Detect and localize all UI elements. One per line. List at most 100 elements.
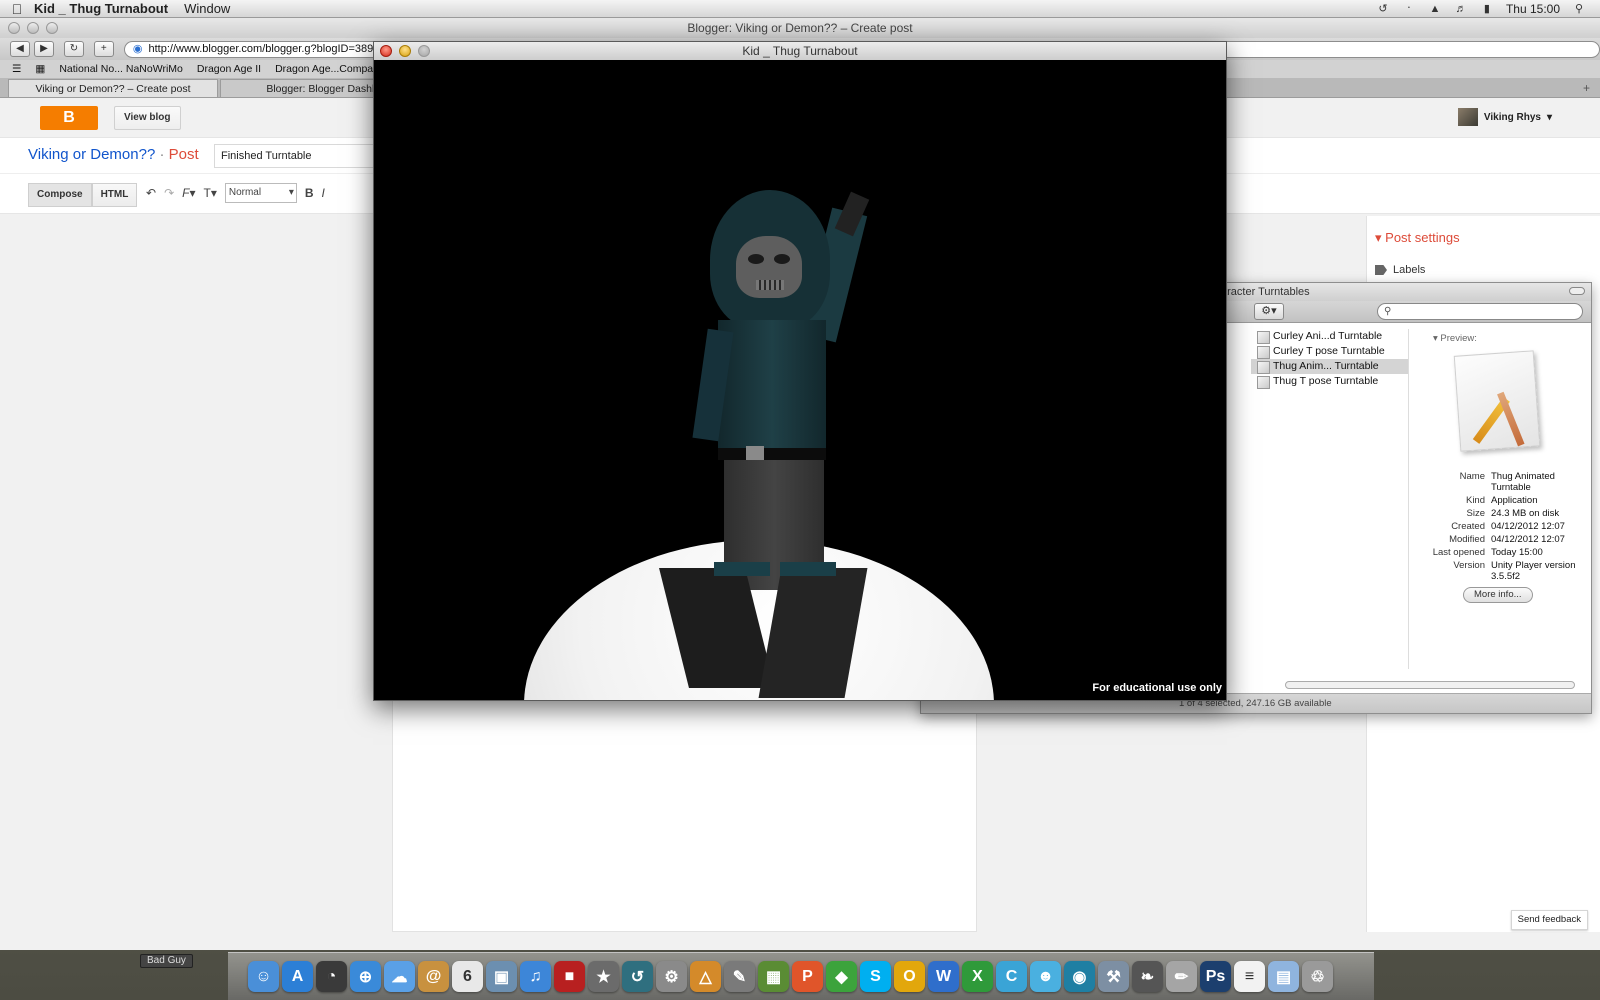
unity-player-window: Kid _ Thug Turnabout For educational use… xyxy=(373,41,1227,701)
finder-preview-pane: ▾ Preview: Name Thug Animated Turntable K… xyxy=(1421,329,1585,669)
keynote-icon[interactable]: △ xyxy=(690,961,721,992)
imovie-icon[interactable]: ★ xyxy=(588,961,619,992)
minimize-icon[interactable] xyxy=(27,22,39,34)
address-book-icon[interactable]: @ xyxy=(418,961,449,992)
iphoto-icon[interactable]: ▣ xyxy=(486,961,517,992)
minimize-icon[interactable] xyxy=(399,45,411,57)
tab-create-post[interactable]: Viking or Demon?? – Create post xyxy=(8,79,218,97)
zoom-icon[interactable] xyxy=(418,45,430,57)
menu-app-name[interactable]: Kid _ Thug Turnabout xyxy=(34,1,168,16)
new-tab-button[interactable]: + xyxy=(1583,79,1590,97)
system-preferences-icon[interactable]: ⚙ xyxy=(656,961,687,992)
avatar xyxy=(1457,108,1478,126)
folder-icon[interactable]: ▤ xyxy=(1268,961,1299,992)
html-button[interactable]: HTML xyxy=(91,183,138,207)
breadcrumb-post: Post xyxy=(168,146,199,163)
minecraft-icon[interactable]: ▦ xyxy=(758,961,789,992)
bold-icon[interactable]: B xyxy=(305,186,314,200)
dock: ☺ A ◔ ⊕ ☁ @6 ▣ ♫ ■ ★ ↺ ⚙ △ ✎ ▦ P ◆ S O W X C ☻ ◉ ⚒ ❧ ✏ Ps ≡ ▤ ♲ xyxy=(228,952,1374,1000)
sims-icon[interactable]: ◆ xyxy=(826,961,857,992)
toolbar-toggle-icon[interactable] xyxy=(1569,287,1585,295)
excel-icon[interactable]: X xyxy=(962,961,993,992)
info-value: 24.3 MB on disk xyxy=(1491,508,1560,519)
bookmark-nanowrimo[interactable]: National No... NaNoWriMo xyxy=(59,63,183,75)
finder-search-input[interactable]: ⚲ xyxy=(1377,303,1583,320)
time-machine-icon[interactable]: ↺ xyxy=(1376,3,1390,15)
font-size-icon[interactable]: T▾ xyxy=(204,186,217,200)
horizontal-scrollbar[interactable] xyxy=(1285,681,1575,689)
blogger-logo-icon[interactable]: B xyxy=(40,106,98,130)
bookmark-dragon-age-compa[interactable]: Dragon Age...Compa xyxy=(275,63,373,75)
preview-app-icon[interactable]: ✏ xyxy=(1166,961,1197,992)
menu-window[interactable]: Window xyxy=(184,1,230,16)
font-family-icon[interactable]: F▾ xyxy=(182,186,195,200)
messenger-icon[interactable]: ☻ xyxy=(1030,961,1061,992)
photo-booth-icon[interactable]: ■ xyxy=(554,961,585,992)
spotlight-icon[interactable]: ⚲ xyxy=(1572,3,1586,15)
dashboard-icon[interactable]: ◔ xyxy=(316,961,347,992)
view-blog-button[interactable]: View blog xyxy=(114,106,181,130)
network-icon[interactable]: ◉ xyxy=(1064,961,1095,992)
cyberduck-icon[interactable]: C xyxy=(996,961,1027,992)
list-item[interactable]: Thug T pose Turntable xyxy=(1251,374,1408,389)
send-feedback-button[interactable]: Send feedback xyxy=(1510,910,1588,930)
inkscape-icon[interactable]: ✎ xyxy=(724,961,755,992)
back-button[interactable]: ◀ xyxy=(10,41,30,57)
finder-icon[interactable]: ☺ xyxy=(248,961,279,992)
top-sites-icon[interactable]: ▦ xyxy=(35,63,45,75)
script-icon[interactable]: ❧ xyxy=(1132,961,1163,992)
menu-clock[interactable]: Thu 15:00 xyxy=(1506,2,1560,16)
zoom-icon[interactable] xyxy=(46,22,58,34)
word-icon[interactable]: W xyxy=(928,961,959,992)
calendar-icon[interactable]: 6 xyxy=(452,961,483,992)
utility-icon[interactable]: ⚒ xyxy=(1098,961,1129,992)
time-machine-icon[interactable]: ↺ xyxy=(622,961,653,992)
trash-icon[interactable]: ♲ xyxy=(1302,961,1333,992)
list-item[interactable]: Curley T pose Turntable xyxy=(1251,344,1408,359)
list-item[interactable]: Curley Ani...d Turntable xyxy=(1251,329,1408,344)
gear-icon[interactable]: ⚙▾ xyxy=(1254,303,1284,320)
add-bookmark-button[interactable]: + xyxy=(93,41,114,57)
more-info-button[interactable]: More info... xyxy=(1463,587,1533,603)
info-value: Application xyxy=(1491,495,1538,506)
finder-file-list: Curley Ani...d Turntable Curley T pose T… xyxy=(1251,329,1409,669)
presenter-icon[interactable]: P xyxy=(792,961,823,992)
apple-menu-icon[interactable]:  xyxy=(0,1,34,17)
redo-icon[interactable]: ↷ xyxy=(164,186,174,200)
format-select[interactable]: Normal xyxy=(224,183,297,203)
info-value: 04/12/2012 12:07 xyxy=(1491,521,1565,532)
office-outlook-icon[interactable]: O xyxy=(894,961,925,992)
wifi-icon[interactable]: ▲ xyxy=(1428,3,1442,15)
bookmark-dragon-age-2[interactable]: Dragon Age II xyxy=(197,63,261,75)
info-key: Created xyxy=(1451,521,1485,532)
battery-icon[interactable]: ▮ xyxy=(1480,3,1494,15)
user-menu[interactable]: Viking Rhys ▾ xyxy=(1457,108,1552,126)
triangle-down-icon: ▾ xyxy=(1433,333,1438,344)
ichat-icon[interactable]: ☁ xyxy=(384,961,415,992)
document-icon[interactable]: ≡ xyxy=(1234,961,1265,992)
photoshop-icon[interactable]: Ps xyxy=(1200,961,1231,992)
info-value: Thug Animated Turntable xyxy=(1491,471,1555,493)
reload-button[interactable]: ↻ xyxy=(63,41,84,57)
close-icon[interactable] xyxy=(380,45,392,57)
reading-list-icon[interactable]: ☰ xyxy=(12,63,21,75)
unity-game-canvas[interactable]: For educational use only xyxy=(374,60,1226,700)
post-settings-header[interactable]: ▾ Post settings xyxy=(1375,230,1460,246)
safari-icon[interactable]: ⊕ xyxy=(350,961,381,992)
app-store-icon[interactable]: A xyxy=(282,961,313,992)
blog-name-link[interactable]: Viking or Demon?? xyxy=(28,146,155,163)
itunes-icon[interactable]: ♫ xyxy=(520,961,551,992)
labels-setting[interactable]: Labels xyxy=(1375,264,1425,276)
bluetooth-icon[interactable]: ᛫ xyxy=(1402,3,1416,15)
forward-button[interactable]: ▶ xyxy=(33,41,54,57)
compose-button[interactable]: Compose xyxy=(28,183,92,207)
list-item-selected[interactable]: Thug Anim... Turntable xyxy=(1251,359,1408,374)
italic-icon[interactable]: I xyxy=(322,186,325,200)
thug-character-model xyxy=(659,180,894,698)
skype-icon[interactable]: S xyxy=(860,961,891,992)
dock-label: Bad Guy xyxy=(140,954,193,968)
close-icon[interactable] xyxy=(8,22,20,34)
volume-icon[interactable]: ♬ xyxy=(1454,3,1468,15)
address-url: http://www.blogger.com/blogger.g?blogID=… xyxy=(148,42,380,55)
undo-icon[interactable]: ↶ xyxy=(146,186,156,200)
